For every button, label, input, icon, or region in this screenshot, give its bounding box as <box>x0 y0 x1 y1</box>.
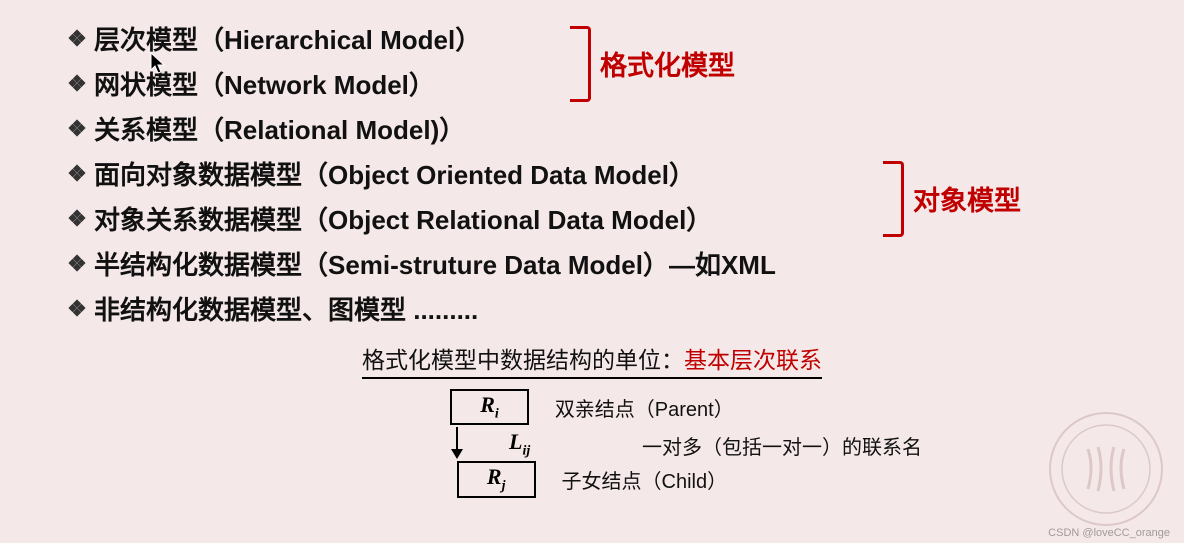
parent-desc: 双亲结点（Parent） <box>555 393 734 422</box>
diamond-icon: ❖ <box>60 296 94 322</box>
group-object: ❖ 面向对象数据模型（Object Oriented Data Model） ❖… <box>60 155 1124 237</box>
parent-node: Ri <box>450 389 529 425</box>
child-desc: 子女结点（Child） <box>562 465 728 494</box>
bullet-item: ❖ 关系模型（Relational Model)） <box>60 110 1124 147</box>
diamond-icon: ❖ <box>60 251 94 277</box>
group-formatted: ❖ 层次模型（Hierarchical Model） ❖ 网状模型（Networ… <box>60 20 1124 102</box>
bullet-item: ❖ 层次模型（Hierarchical Model） <box>60 20 1124 57</box>
diamond-icon: ❖ <box>60 26 94 52</box>
hierarchy-figure: Ri 双亲结点（Parent） Lij 一对多（包括一对一）的联系名 Rj 子女… <box>60 389 1124 498</box>
bullet-text: 层次模型（Hierarchical Model） <box>94 20 481 57</box>
bullet-text: 非结构化数据模型、图模型 ......... <box>94 290 478 327</box>
bullet-item: ❖ 非结构化数据模型、图模型 ......... <box>60 290 1124 327</box>
group-label: 格式化模型 <box>600 44 735 83</box>
diamond-icon: ❖ <box>60 161 94 187</box>
child-node: Rj <box>457 461 536 497</box>
bullet-text: 关系模型（Relational Model)） <box>94 110 465 147</box>
edge-desc: 一对多（包括一对一）的联系名 <box>642 431 922 460</box>
arrow-down-icon: Lij <box>451 425 463 461</box>
caption-prefix: 格式化模型中数据结构的单位： <box>362 347 684 373</box>
bracket-icon <box>883 161 904 237</box>
bullet-text: 面向对象数据模型（Object Oriented Data Model） <box>94 155 695 192</box>
bullet-item: ❖ 网状模型（Network Model） <box>60 65 1124 102</box>
bullet-item: ❖ 半结构化数据模型（Semi-struture Data Model）—如XM… <box>60 245 1124 282</box>
edge-label: Lij <box>509 429 530 459</box>
group-label: 对象模型 <box>913 179 1021 218</box>
figure-caption: 格式化模型中数据结构的单位：基本层次联系 <box>60 341 1124 379</box>
bullet-text: 对象关系数据模型（Object Relational Data Model） <box>94 200 712 237</box>
diamond-icon: ❖ <box>60 206 94 232</box>
bracket-icon <box>570 26 591 102</box>
caption-highlight: 基本层次联系 <box>684 347 822 373</box>
diamond-icon: ❖ <box>60 116 94 142</box>
bullet-text: 网状模型（Network Model） <box>94 65 435 102</box>
bullet-text: 半结构化数据模型（Semi-struture Data Model）—如XML <box>94 245 776 282</box>
watermark-text: CSDN @loveCC_orange <box>1048 527 1170 539</box>
diamond-icon: ❖ <box>60 71 94 97</box>
